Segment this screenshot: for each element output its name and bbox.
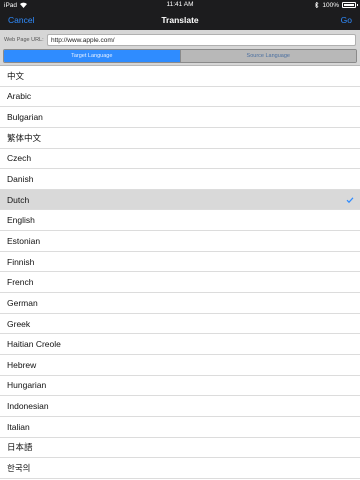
battery-fill [344, 4, 354, 6]
language-segmented-control: Target Language Source Language [3, 49, 357, 63]
language-label: Czech [7, 153, 32, 164]
language-label: Hebrew [7, 359, 37, 370]
language-row[interactable]: Haitian Creole [0, 334, 360, 355]
language-row[interactable]: Hungarian [0, 376, 360, 397]
navigation-bar: Cancel Translate Go [0, 10, 360, 30]
language-row[interactable]: French [0, 272, 360, 294]
language-row[interactable]: Danish [0, 169, 360, 190]
language-row[interactable]: Greek [0, 314, 360, 335]
language-row[interactable]: 中文 [0, 66, 360, 87]
language-label: Indonesian [7, 401, 49, 412]
language-row[interactable]: English [0, 210, 360, 232]
segment-target-language[interactable]: Target Language [4, 50, 180, 62]
language-label: Hungarian [7, 380, 47, 391]
language-label: Haitian Creole [7, 339, 61, 350]
language-row[interactable]: Hebrew [0, 355, 360, 376]
language-label: Arabic [7, 91, 32, 102]
language-label: Finnish [7, 256, 35, 267]
language-label: Dutch [7, 194, 30, 205]
language-row[interactable]: 繁体中文 [0, 128, 360, 149]
language-row[interactable]: Dutch [0, 189, 360, 211]
language-label: English [7, 215, 35, 226]
language-label: French [7, 277, 34, 288]
status-bar: iPad 11:41 AM 100% [0, 0, 360, 10]
language-row[interactable]: Italian [0, 417, 360, 438]
language-row[interactable]: Indonesian [0, 396, 360, 417]
language-row[interactable]: Estonian [0, 231, 360, 252]
language-row[interactable]: 한국의 [0, 458, 360, 479]
language-label: 日本語 [7, 442, 33, 453]
go-button[interactable]: Go [341, 10, 352, 30]
language-row[interactable]: Arabic [0, 87, 360, 108]
language-label: 繁体中文 [7, 132, 42, 143]
page-title: Translate [161, 15, 199, 25]
language-label: 中文 [7, 70, 25, 81]
language-label: 한국의 [7, 462, 31, 473]
language-row[interactable]: 日本語 [0, 438, 360, 459]
language-label: Italian [7, 421, 30, 432]
language-label: Greek [7, 318, 31, 329]
language-label: Estonian [7, 235, 41, 246]
battery-icon [342, 2, 358, 8]
language-label: German [7, 297, 38, 308]
segment-source-language[interactable]: Source Language [179, 50, 356, 62]
url-panel: Web Page URL: Target Language Source Lan… [0, 30, 360, 66]
language-row[interactable]: Finnish [0, 252, 360, 273]
url-label: Web Page URL: [4, 37, 44, 43]
language-label: Danish [7, 174, 34, 185]
url-input[interactable] [47, 34, 356, 46]
language-row[interactable]: Bulgarian [0, 107, 360, 128]
language-label: Bulgarian [7, 112, 43, 123]
checkmark-icon [346, 197, 354, 203]
status-time: 11:41 AM [166, 1, 194, 8]
language-row[interactable]: Czech [0, 149, 360, 170]
language-list: 中文 Arabic Bulgarian 繁体中文 Czech Danish Dutch Eng… [0, 66, 360, 479]
language-row[interactable]: German [0, 293, 360, 314]
